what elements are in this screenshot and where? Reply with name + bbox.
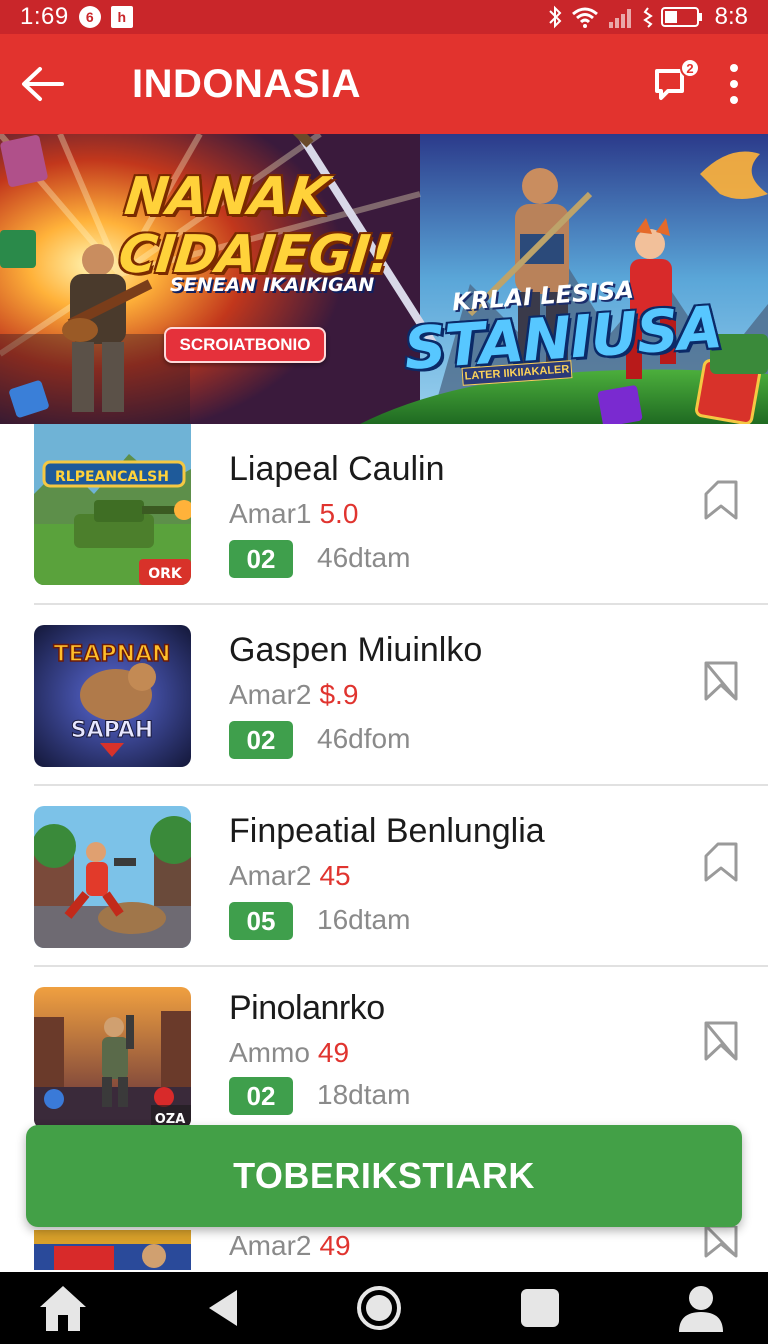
- game-time: 16dtam: [317, 904, 411, 935]
- status-bar: 1:69 6 h 8:8: [0, 0, 768, 34]
- home-icon: [40, 1286, 86, 1331]
- game-thumbnail: TEAPNAN SAPAH: [34, 625, 191, 767]
- thumb-title: TEAPNAN: [53, 642, 170, 667]
- messages-count-badge: 2: [680, 58, 700, 78]
- game-meta-label: Amar1: [229, 498, 312, 529]
- game-thumbnail: OZA: [34, 987, 191, 1129]
- game-meta-label: Amar2: [229, 1230, 312, 1261]
- game-name: Pinolanrko: [229, 989, 385, 1027]
- bookmark-icon[interactable]: [702, 480, 740, 520]
- game-meta-partial: Amar2 49: [229, 1230, 351, 1262]
- wifi-icon: [571, 7, 598, 28]
- bookmark-icon[interactable]: [702, 842, 740, 882]
- game-name: Liapeal Caulin: [229, 450, 445, 488]
- page-title: INDONASIA: [132, 61, 361, 106]
- game-rating: $.9: [319, 679, 359, 710]
- bookmark-icon[interactable]: [702, 1021, 740, 1061]
- game-thumbnail-art: RLPEANCALSH ORK: [34, 424, 191, 585]
- vibrate-icon: [642, 7, 653, 28]
- bluetooth-icon: [548, 5, 562, 29]
- game-meta-label: Amar2: [229, 860, 312, 891]
- banner-title-line: NANAK: [121, 167, 332, 227]
- more-dot-icon: [730, 96, 738, 104]
- game-name: Gaspen Miuinlko: [229, 631, 483, 669]
- banner-subtitle: SENEAN IKAIKIGAN: [170, 274, 375, 296]
- nav-recents-button[interactable]: [519, 1287, 561, 1329]
- nav-back-button[interactable]: [207, 1288, 239, 1328]
- game-list: RLPEANCALSH ORK Liapeal Caulin Amar1 5.0 …: [0, 424, 768, 1148]
- game-rating: 49: [319, 1230, 351, 1261]
- game-meta: Amar2 45: [229, 860, 351, 892]
- arrow-left-icon: [22, 67, 64, 101]
- more-dot-icon: [730, 64, 738, 72]
- count-badge: 02: [229, 1077, 293, 1115]
- count-badge: 05: [229, 902, 293, 940]
- count-badge: 02: [229, 721, 293, 759]
- primary-cta-button[interactable]: TOBERIKSTIARK: [26, 1125, 742, 1227]
- game-meta-label: Ammo: [229, 1037, 310, 1068]
- thumb-subtitle: SAPAH: [71, 718, 153, 743]
- app-bar: INDONASIA 2: [0, 34, 768, 134]
- bookmark-icon[interactable]: [702, 661, 740, 701]
- notification-app-icon: h: [110, 6, 133, 28]
- game-thumbnail-art: [34, 806, 191, 948]
- thumb-title: RLPEANCALSH: [55, 469, 169, 485]
- game-meta: Ammo 49: [229, 1037, 349, 1069]
- system-nav-bar: [0, 1272, 768, 1344]
- game-time: 46dfom: [317, 723, 411, 754]
- banner-cta-button[interactable]: SCROIATBONIO: [164, 327, 326, 363]
- game-thumbnail-art: OZA: [34, 987, 191, 1129]
- game-thumbnail: [34, 806, 191, 948]
- game-meta: Amar2 $.9: [229, 679, 358, 711]
- count-badge: 02: [229, 540, 293, 578]
- list-item[interactable]: OZA Pinolanrko Ammo 49 02 18dtam: [0, 967, 768, 1148]
- game-name: Finpeatial Benlunglia: [229, 812, 545, 850]
- more-dot-icon: [730, 80, 738, 88]
- nav-profile-button[interactable]: [678, 1284, 724, 1332]
- banner-title: NANAK CIDAIEGI!: [116, 167, 401, 285]
- notification-badge-icon: 6: [78, 6, 101, 28]
- back-icon: [209, 1290, 237, 1326]
- game-rating: 49: [317, 1037, 350, 1068]
- messages-button[interactable]: 2: [652, 58, 700, 104]
- list-item[interactable]: TEAPNAN SAPAH Gaspen Miuinlko Amar2 $.9 0…: [0, 605, 768, 786]
- app-screen: 1:69 6 h 8:8 INDONASIA 2 NANAK CIDAIEGI!…: [0, 0, 768, 1344]
- app-bar-actions: 2: [652, 58, 768, 104]
- game-meta: Amar1 5.0: [229, 498, 358, 530]
- game-thumbnail: RLPEANCALSH ORK: [34, 424, 191, 585]
- game-meta-label: Amar2: [229, 679, 312, 710]
- game-thumbnail-partial: [34, 1230, 191, 1270]
- more-options-button[interactable]: [726, 64, 742, 104]
- bookmark-icon[interactable]: [702, 1226, 740, 1258]
- game-rating: 45: [319, 860, 351, 891]
- nav-home-button[interactable]: [36, 1283, 90, 1333]
- battery-icon: [660, 7, 702, 27]
- list-item[interactable]: RLPEANCALSH ORK Liapeal Caulin Amar1 5.0 …: [0, 424, 768, 605]
- game-thumbnail-art: TEAPNAN SAPAH: [34, 625, 191, 767]
- game-time: 46dtam: [317, 542, 411, 573]
- status-left: 1:69 6 h: [20, 3, 133, 31]
- home-circle-icon: [357, 1286, 401, 1330]
- status-clock: 8:8: [714, 3, 748, 30]
- recents-icon: [521, 1289, 559, 1327]
- game-time: 18dtam: [317, 1079, 411, 1110]
- promo-banner[interactable]: NANAK CIDAIEGI! SENEAN IKAIKIGAN SCROIAT…: [0, 134, 768, 424]
- game-rating: 5.0: [319, 498, 359, 529]
- profile-icon: [679, 1286, 723, 1332]
- back-button[interactable]: [0, 34, 84, 134]
- game-thumbnail-art: [34, 1230, 191, 1270]
- status-right: 8:8: [547, 3, 748, 31]
- signal-icon: [608, 9, 631, 28]
- list-item[interactable]: Finpeatial Benlunglia Amar2 45 05 16dtam: [0, 786, 768, 967]
- nav-launcher-button[interactable]: [356, 1285, 402, 1331]
- thumb-corner-label: ORK: [148, 566, 183, 582]
- status-time: 1:69: [20, 3, 69, 30]
